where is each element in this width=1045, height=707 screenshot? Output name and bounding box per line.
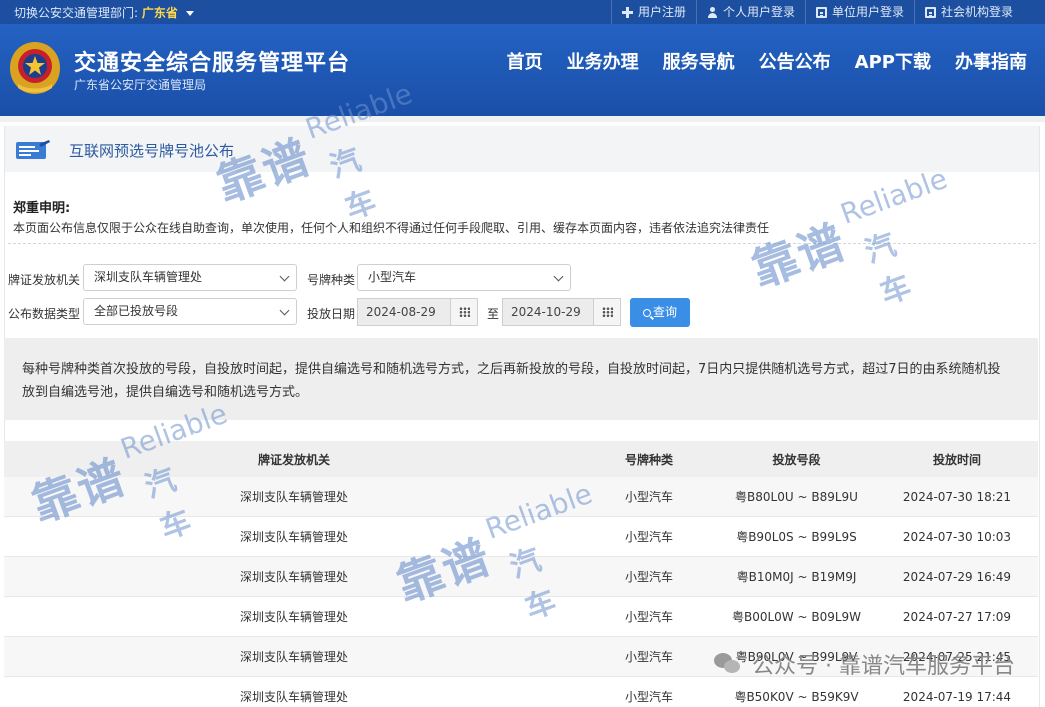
header-range: 投放号段 <box>772 452 821 467</box>
account-links: 用户注册 个人用户登录 单位用户登录 社会机构登录 <box>610 0 1023 24</box>
date-from-value: 2024-08-29 <box>366 305 436 319</box>
issuer-label: 牌证发放机关 <box>8 273 81 287</box>
cell-range: 粤B10M0J ~ B19M9J <box>736 570 857 584</box>
nav-business[interactable]: 业务办理 <box>555 48 651 78</box>
divider-strip <box>0 116 1045 122</box>
company-login-label: 单位用户登录 <box>831 5 904 19</box>
register-link[interactable]: 用户注册 <box>610 0 696 24</box>
cell-time: 2024-07-19 17:44 <box>902 689 1012 704</box>
register-label: 用户注册 <box>637 5 686 19</box>
issuer-value: 深圳支队车辆管理处 <box>94 270 203 284</box>
personal-login-label: 个人用户登录 <box>722 5 795 19</box>
calendar-icon[interactable] <box>593 299 620 325</box>
issuer-select[interactable]: 深圳支队车辆管理处 <box>83 264 297 291</box>
query-button[interactable]: 查询 <box>630 298 690 327</box>
header-time: 投放时间 <box>932 452 981 467</box>
date-to-label: 至 <box>487 307 500 321</box>
nav-home[interactable]: 首页 <box>495 48 555 78</box>
cell-issuer: 深圳支队车辆管理处 <box>239 530 348 544</box>
section-title: 互联网预选号牌号池公布 <box>69 142 235 160</box>
main-nav: 首页 业务办理 服务导航 公告公布 APP下载 办事指南 <box>495 48 1039 78</box>
top-bar: 切换公安交通管理部门: 广东省 用户注册 个人用户登录 单位用户登录 社会机构登… <box>0 0 1045 24</box>
plus-icon <box>621 6 633 18</box>
table-header: 牌证发放机关 号牌种类 投放号段 投放时间 <box>4 441 1038 477</box>
chevron-down-icon <box>279 271 290 282</box>
cell-range: 粤B80L0U ~ B89L9U <box>735 490 858 504</box>
department-switcher[interactable]: 切换公安交通管理部门: 广东省 <box>14 4 194 21</box>
date-to-input[interactable]: 2024-10-29 <box>502 298 621 326</box>
date-to-value: 2024-10-29 <box>511 305 581 319</box>
cell-issuer: 深圳支队车辆管理处 <box>239 610 348 624</box>
table-row: 深圳支队车辆管理处 小型汽车 粤B50K0V ~ B59K9V 2024-07-… <box>4 677 1038 707</box>
data-type-label: 公布数据类型 <box>8 307 81 321</box>
province-name[interactable]: 广东省 <box>142 6 178 20</box>
plate-type-value: 小型汽车 <box>368 270 417 284</box>
user-icon <box>707 6 718 18</box>
caret-down-icon[interactable] <box>185 11 194 16</box>
cell-range: 粤B90L0S ~ B99L9S <box>736 530 857 544</box>
cell-range: 粤B50K0V ~ B59K9V <box>734 690 859 704</box>
agency-login-label: 社会机构登录 <box>940 5 1013 19</box>
date-label: 投放日期 <box>307 307 356 321</box>
nav-guide[interactable]: 办事指南 <box>943 48 1039 78</box>
section-header: 互联网预选号牌号池公布 <box>4 126 1040 172</box>
plate-type-label: 号牌种类 <box>307 273 356 287</box>
cell-time: 2024-07-29 16:49 <box>902 569 1012 584</box>
personal-login-link[interactable]: 个人用户登录 <box>695 0 805 24</box>
nav-service-guide[interactable]: 服务导航 <box>651 48 747 78</box>
notice-box: 每种号牌种类首次投放的号段，自投放时间起，提供自编选号和随机选号方式，之后再新投… <box>4 338 1038 420</box>
data-type-value: 全部已投放号段 <box>94 304 179 318</box>
dashed-divider <box>8 243 1036 244</box>
switch-label: 切换公安交通管理部门: <box>14 6 139 20</box>
license-plate-icon <box>16 140 50 159</box>
agency-login-link[interactable]: 社会机构登录 <box>913 0 1023 24</box>
calendar-icon[interactable] <box>450 299 477 325</box>
date-from-input[interactable]: 2024-08-29 <box>357 298 478 326</box>
header-issuer: 牌证发放机关 <box>257 452 330 467</box>
cell-range: 粤B00L0W ~ B09L9W <box>731 610 862 624</box>
table-row: 深圳支队车辆管理处 小型汽车 粤B80L0U ~ B89L9U 2024-07-… <box>4 477 1038 517</box>
wechat-footer-text: 公众号 · 靠谱汽车服务平台 <box>752 654 1015 679</box>
cell-issuer: 深圳支队车辆管理处 <box>239 490 348 504</box>
table-row: 深圳支队车辆管理处 小型汽车 粤B00L0W ~ B09L9W 2024-07-… <box>4 597 1038 637</box>
cell-time: 2024-07-27 17:09 <box>902 609 1012 624</box>
data-type-select[interactable]: 全部已投放号段 <box>83 298 297 325</box>
cell-issuer: 深圳支队车辆管理处 <box>239 570 348 584</box>
query-label: 查询 <box>652 305 677 319</box>
building-icon <box>815 6 827 18</box>
search-icon <box>642 309 651 317</box>
site-header: 交通安全综合服务管理平台 广东省公安厅交通管理局 首页 业务办理 服务导航 公告… <box>0 24 1045 116</box>
cell-time: 2024-07-30 18:21 <box>902 489 1012 504</box>
cell-issuer: 深圳支队车辆管理处 <box>239 650 348 664</box>
declaration-title: 郑重申明: <box>13 201 71 216</box>
declaration-text: 本页面公布信息仅限于公众在线自助查询，单次使用，任何个人和组织不得通过任何手段爬… <box>13 221 770 235</box>
wechat-footer-watermark: 公众号 · 靠谱汽车服务平台 <box>714 648 1015 680</box>
document-icon <box>924 6 936 18</box>
company-login-link[interactable]: 单位用户登录 <box>804 0 914 24</box>
table-row: 深圳支队车辆管理处 小型汽车 粤B90L0S ~ B99L9S 2024-07-… <box>4 517 1038 557</box>
police-emblem-icon <box>10 42 60 94</box>
table-row: 深圳支队车辆管理处 小型汽车 粤B10M0J ~ B19M9J 2024-07-… <box>4 557 1038 597</box>
chevron-down-icon <box>553 271 564 282</box>
site-subtitle: 广东省公安厅交通管理局 <box>74 78 207 92</box>
chevron-down-icon <box>279 305 290 316</box>
wechat-icon <box>714 653 742 675</box>
nav-app-download[interactable]: APP下载 <box>843 48 943 78</box>
site-title: 交通安全综合服务管理平台 <box>74 51 351 76</box>
cell-issuer: 深圳支队车辆管理处 <box>239 690 348 704</box>
plate-type-select[interactable]: 小型汽车 <box>357 264 571 291</box>
cell-time: 2024-07-30 10:03 <box>902 529 1012 544</box>
nav-announcements[interactable]: 公告公布 <box>747 48 843 78</box>
